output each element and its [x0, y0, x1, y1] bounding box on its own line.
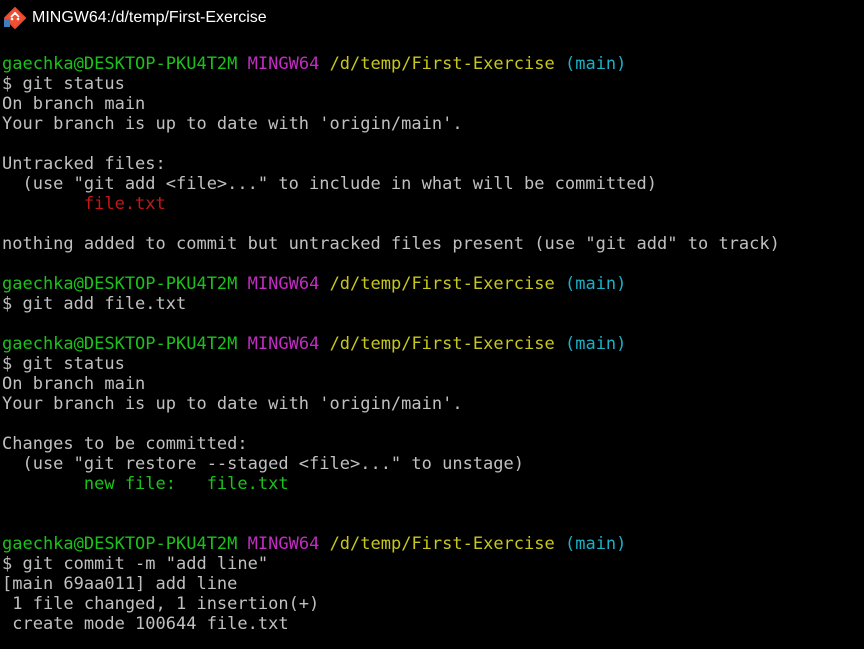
terminal-text: file.txt [2, 194, 166, 214]
terminal-line: On branch main [2, 374, 862, 394]
terminal-text: gaechka@DESKTOP-PKU4T2M [2, 334, 238, 354]
terminal-line: create mode 100644 file.txt [2, 614, 862, 634]
terminal-line: gaechka@DESKTOP-PKU4T2M MINGW64 /d/temp/… [2, 274, 862, 294]
terminal-line: (use "git add <file>..." to include in w… [2, 174, 862, 194]
terminal-text: On branch main [2, 374, 146, 394]
terminal-text: Your branch is up to date with 'origin/m… [2, 114, 463, 134]
terminal-line: $ git add file.txt [2, 294, 862, 314]
terminal-text: (main) [564, 274, 627, 294]
terminal-line: file.txt [2, 194, 862, 214]
terminal-text: create mode 100644 file.txt [2, 614, 289, 634]
terminal-line: Your branch is up to date with 'origin/m… [2, 394, 862, 414]
terminal-text: $ git add file.txt [2, 294, 187, 314]
terminal-text: Changes to be committed: [2, 434, 248, 454]
terminal-line: $ git status [2, 74, 862, 94]
terminal-line: (use "git restore --staged <file>..." to… [2, 454, 862, 474]
terminal-line: gaechka@DESKTOP-PKU4T2M MINGW64 /d/temp/… [2, 54, 862, 74]
terminal-text: [main 69aa011] add line [2, 574, 238, 594]
terminal-text: nothing added to commit but untracked fi… [2, 234, 780, 254]
terminal-text: (use "git restore --staged <file>..." to… [2, 454, 524, 474]
terminal-text: (main) [564, 334, 627, 354]
terminal-text: gaechka@DESKTOP-PKU4T2M [2, 534, 238, 554]
terminal-text: (main) [564, 54, 627, 74]
terminal-text: /d/temp/First-Exercise [329, 274, 555, 294]
terminal-line: Your branch is up to date with 'origin/m… [2, 114, 862, 134]
terminal-line: nothing added to commit but untracked fi… [2, 234, 862, 254]
terminal-line: [main 69aa011] add line [2, 574, 862, 594]
terminal-output[interactable]: gaechka@DESKTOP-PKU4T2M MINGW64 /d/temp/… [2, 54, 862, 644]
terminal-line: gaechka@DESKTOP-PKU4T2M MINGW64 /d/temp/… [2, 334, 862, 354]
terminal-line: $ git commit -m "add line" [2, 554, 862, 574]
terminal-text: /d/temp/First-Exercise [329, 54, 555, 74]
terminal-line: Changes to be committed: [2, 434, 862, 454]
git-bash-icon [3, 6, 27, 30]
terminal-line: 1 file changed, 1 insertion(+) [2, 594, 862, 614]
terminal-text: /d/temp/First-Exercise [329, 334, 555, 354]
terminal-text: gaechka@DESKTOP-PKU4T2M [2, 274, 238, 294]
terminal-text: Untracked files: [2, 154, 166, 174]
terminal-text: MINGW64 [247, 534, 320, 554]
terminal-line: gaechka@DESKTOP-PKU4T2M MINGW64 /d/temp/… [2, 534, 862, 554]
terminal-text: gaechka@DESKTOP-PKU4T2M [2, 54, 238, 74]
terminal-line: new file: file.txt [2, 474, 862, 494]
title-bar[interactable]: MINGW64:/d/temp/First-Exercise [0, 0, 864, 36]
terminal-line: $ git status [2, 354, 862, 374]
terminal-text: $ git commit -m "add line" [2, 554, 269, 574]
terminal-text: $ git status [2, 74, 125, 94]
terminal-text: MINGW64 [247, 274, 320, 294]
terminal-line: Untracked files: [2, 154, 862, 174]
terminal-text: Your branch is up to date with 'origin/m… [2, 394, 463, 414]
terminal-text: /d/temp/First-Exercise [329, 534, 555, 554]
terminal-text: (use "git add <file>..." to include in w… [2, 174, 658, 194]
terminal-text: On branch main [2, 94, 146, 114]
window-title: MINGW64:/d/temp/First-Exercise [32, 9, 267, 26]
terminal-text: (main) [564, 534, 627, 554]
terminal-text: MINGW64 [247, 54, 320, 74]
terminal-text: $ git status [2, 354, 125, 374]
terminal-text: 1 file changed, 1 insertion(+) [2, 594, 320, 614]
terminal-line: On branch main [2, 94, 862, 114]
terminal-text: MINGW64 [247, 334, 320, 354]
terminal-text: new file: file.txt [2, 474, 289, 494]
